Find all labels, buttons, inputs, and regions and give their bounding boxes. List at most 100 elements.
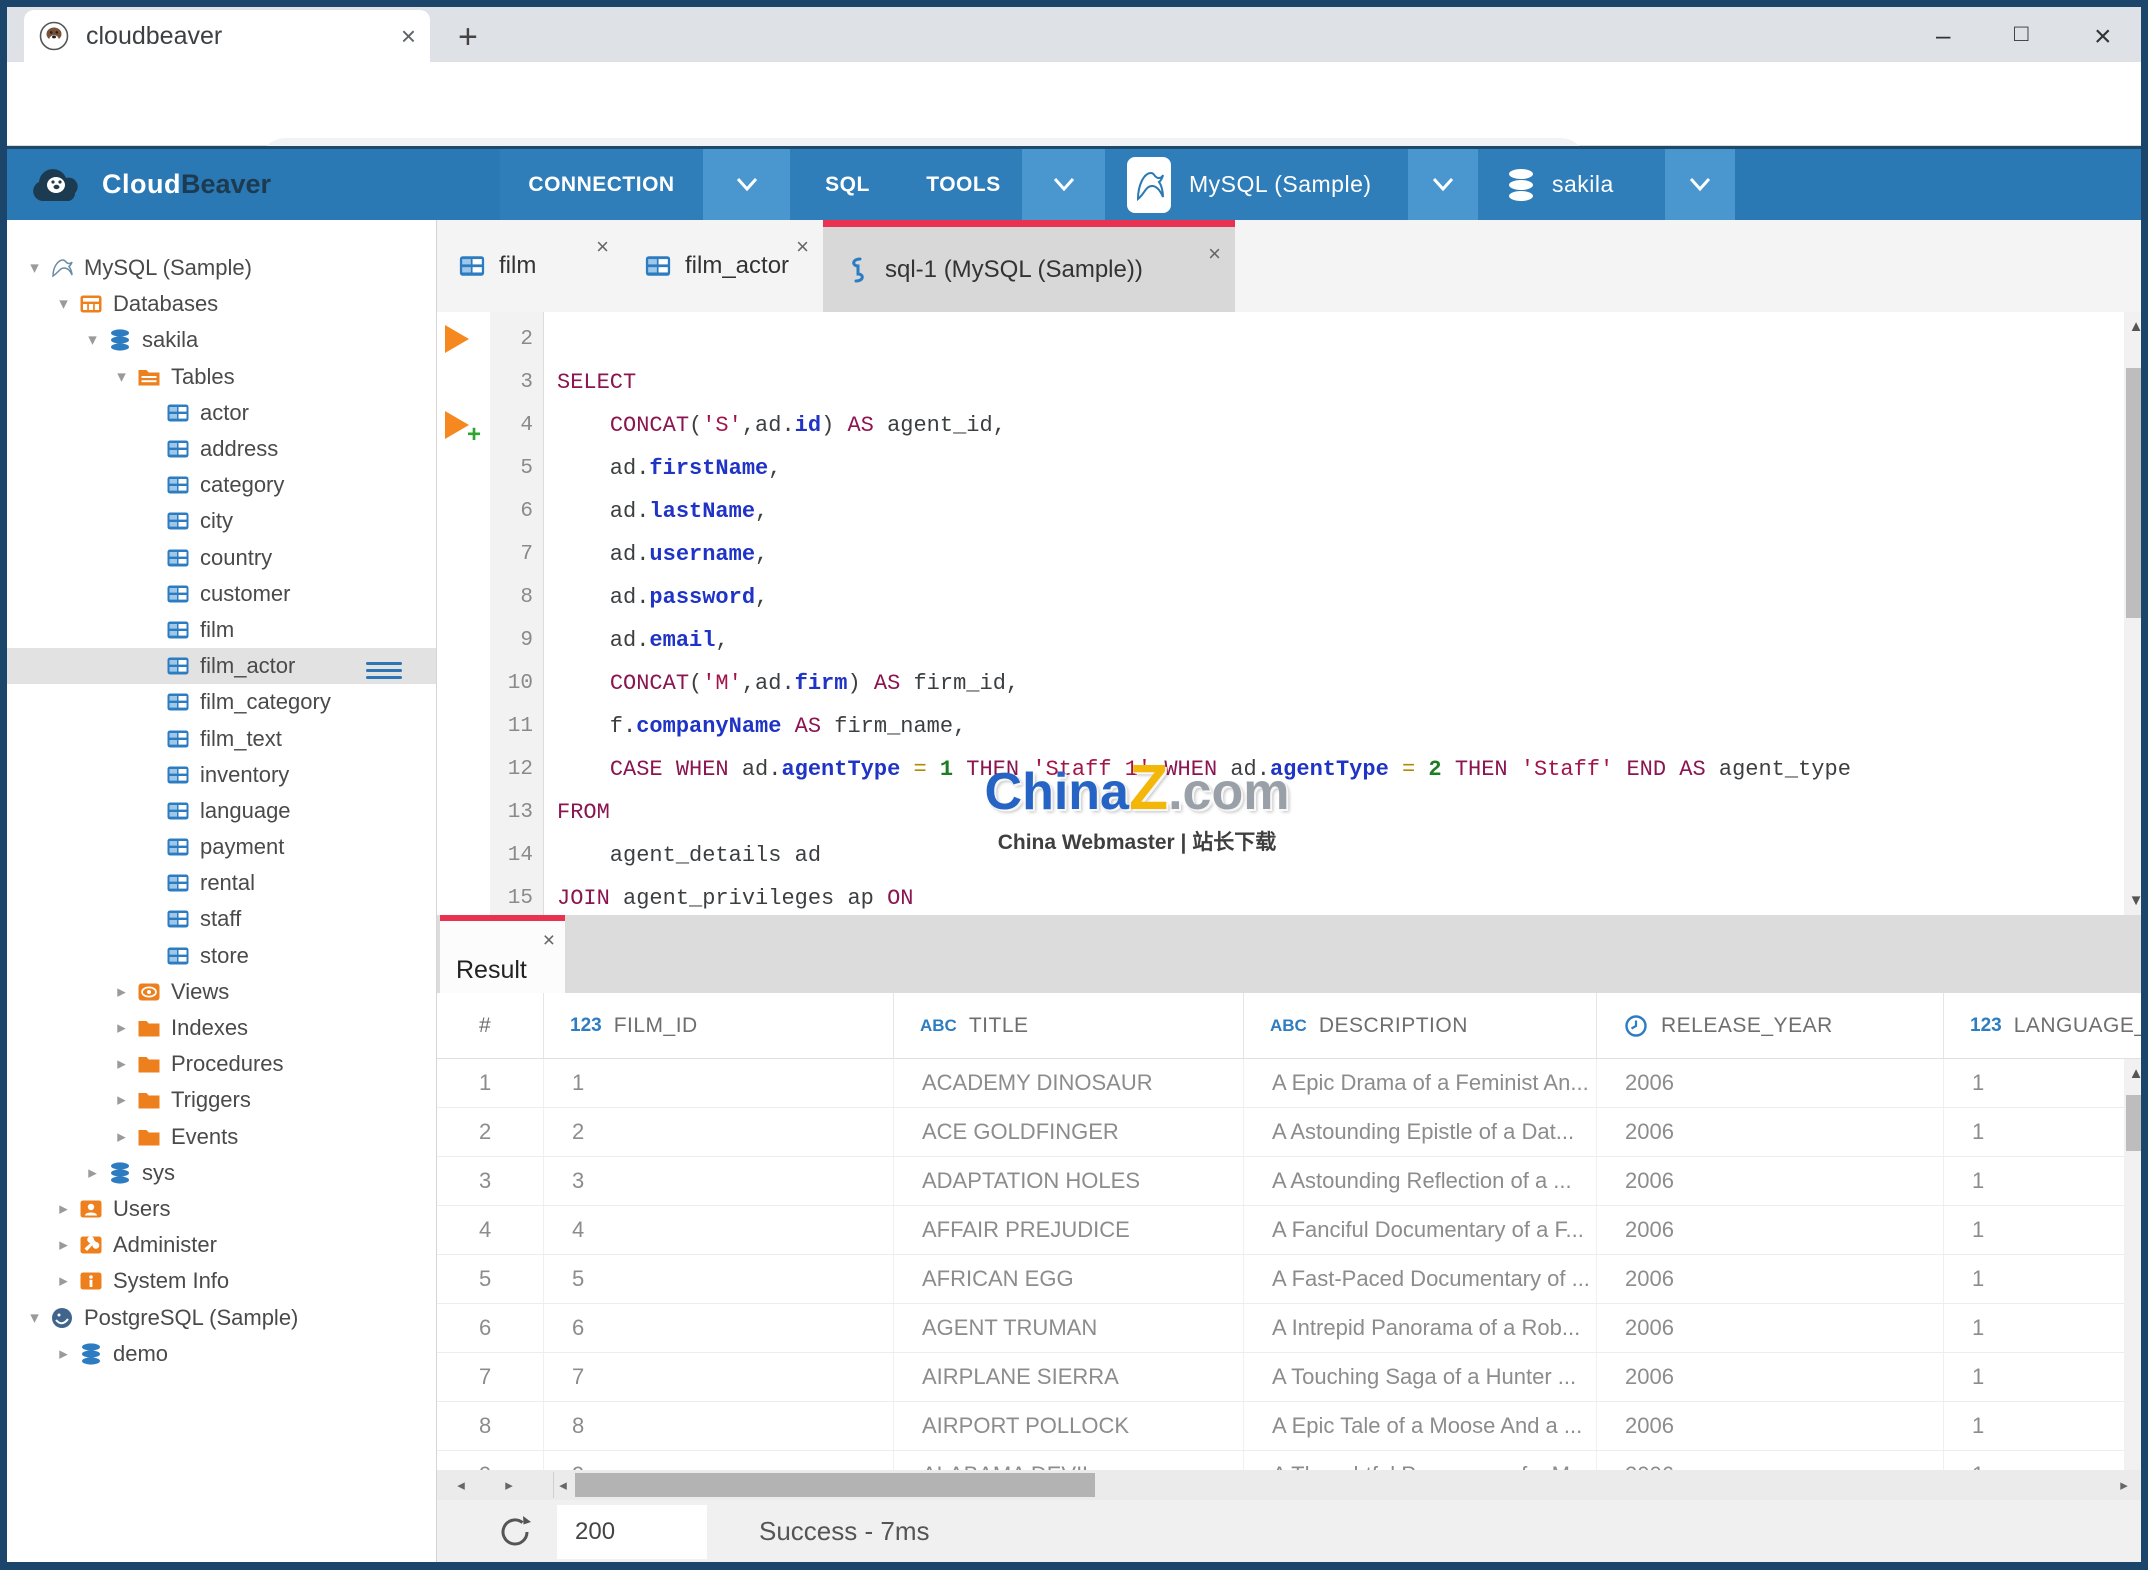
tree-item-system-info[interactable]: ▸ System Info — [0, 1263, 436, 1299]
data-cell[interactable]: 1 — [544, 1059, 894, 1107]
caret-down-icon[interactable]: ▾ — [78, 330, 107, 350]
tree-item-sakila[interactable]: ▾ sakila — [0, 322, 436, 358]
data-cell[interactable]: 2006 — [1597, 1059, 1944, 1107]
data-cell[interactable]: A Fast-Paced Documentary of ... — [1244, 1255, 1597, 1303]
result-row[interactable]: 6 6 AGENT TRUMAN A Intrepid Panorama of a R… — [437, 1304, 2148, 1353]
data-cell[interactable]: A Astounding Reflection of a ... — [1244, 1157, 1597, 1205]
data-cell[interactable]: 1 — [1944, 1304, 2148, 1352]
caret-right-icon[interactable]: ▸ — [49, 1344, 78, 1364]
data-cell[interactable]: 1 — [1944, 1206, 2148, 1254]
data-cell[interactable]: 1 — [1944, 1402, 2148, 1450]
row-number-cell[interactable]: 4 — [437, 1206, 544, 1254]
result-row[interactable]: 3 3 ADAPTATION HOLES A Astounding Reflectio… — [437, 1157, 2148, 1206]
result-row[interactable]: 7 7 AIRPLANE SIERRA A Touching Saga of a Hu… — [437, 1353, 2148, 1402]
tab-close-icon[interactable]: × — [401, 21, 416, 52]
data-cell[interactable]: A Fanciful Documentary of a F... — [1244, 1206, 1597, 1254]
editor-tab-sql-1-mysql-sample-[interactable]: sql-1 (MySQL (Sample)) × — [823, 220, 1235, 312]
tree-item-events[interactable]: ▸ Events — [0, 1119, 436, 1155]
data-cell[interactable]: 1 — [1944, 1353, 2148, 1401]
tools-menu-button[interactable]: TOOLS — [905, 149, 1022, 220]
data-cell[interactable]: A Thoughtful Panorama of a M... — [1244, 1451, 1597, 1470]
code-line[interactable]: ad.firstName, — [557, 447, 2120, 490]
tab-close-icon[interactable]: × — [1208, 241, 1221, 267]
column-header-language_id[interactable]: 123 LANGUAGE_ID — [1944, 993, 2148, 1058]
data-cell[interactable]: 2006 — [1597, 1108, 1944, 1156]
data-cell[interactable]: A Touching Saga of a Hunter ... — [1244, 1353, 1597, 1401]
tree-item-demo[interactable]: ▸ demo — [0, 1336, 436, 1372]
data-cell[interactable]: AIRPLANE SIERRA — [894, 1353, 1244, 1401]
result-row[interactable]: 8 8 AIRPORT POLLOCK A Epic Tale of a Moose … — [437, 1402, 2148, 1451]
run-query-button[interactable] — [445, 411, 469, 439]
caret-right-icon[interactable]: ▸ — [107, 1090, 136, 1110]
data-cell[interactable]: 2006 — [1597, 1304, 1944, 1352]
data-cell[interactable]: ALABAMA DEVIL — [894, 1451, 1244, 1470]
data-cell[interactable]: ACE GOLDFINGER — [894, 1108, 1244, 1156]
caret-down-icon[interactable]: ▾ — [20, 1308, 49, 1328]
data-cell[interactable]: 9 — [544, 1451, 894, 1470]
code-line[interactable]: f.companyName AS firm_name, — [557, 705, 2120, 748]
data-cell[interactable]: 7 — [544, 1353, 894, 1401]
row-number-cell[interactable]: 9 — [437, 1451, 544, 1470]
caret-right-icon[interactable]: ▸ — [107, 982, 136, 1002]
tools-dropdown-button[interactable] — [1022, 149, 1105, 220]
caret-right-icon[interactable]: ▸ — [107, 1054, 136, 1074]
tree-item-staff[interactable]: staff — [0, 901, 436, 937]
data-cell[interactable]: A Astounding Epistle of a Dat... — [1244, 1108, 1597, 1156]
data-cell[interactable]: AFRICAN EGG — [894, 1255, 1244, 1303]
tree-item-procedures[interactable]: ▸ Procedures — [0, 1046, 436, 1082]
tree-item-film[interactable]: film — [0, 612, 436, 648]
caret-right-icon[interactable]: ▸ — [49, 1235, 78, 1255]
row-number-cell[interactable]: 6 — [437, 1304, 544, 1352]
data-cell[interactable]: 2006 — [1597, 1157, 1944, 1205]
code-line[interactable]: ad.lastName, — [557, 490, 2120, 533]
tab-close-icon[interactable]: × — [796, 234, 809, 260]
item-menu-icon[interactable] — [366, 658, 402, 683]
result-row[interactable]: 1 1 ACADEMY DINOSAUR A Epic Drama of a Femi… — [437, 1059, 2148, 1108]
window-minimize-button[interactable]: – — [1936, 20, 1950, 51]
sql-menu-button[interactable]: SQL — [790, 149, 905, 220]
database-selector[interactable]: sakila — [1478, 149, 1665, 220]
refresh-icon[interactable] — [495, 1512, 535, 1557]
editor-tab-film-actor[interactable]: film_actor × — [623, 220, 823, 312]
row-number-cell[interactable]: 2 — [437, 1108, 544, 1156]
tree-item-users[interactable]: ▸ Users — [0, 1191, 436, 1227]
editor-tab-film[interactable]: film × — [437, 220, 623, 312]
connection-dropdown-button[interactable] — [703, 149, 790, 220]
code-line[interactable] — [557, 318, 2120, 361]
tree-item-store[interactable]: store — [0, 938, 436, 974]
connection-selector[interactable]: MySQL (Sample) — [1105, 149, 1408, 220]
caret-down-icon[interactable]: ▾ — [49, 294, 78, 314]
result-row[interactable]: 4 4 AFFAIR PREJUDICE A Fanciful Documentary… — [437, 1206, 2148, 1255]
code-line[interactable]: SELECT — [557, 361, 2120, 404]
tree-item-country[interactable]: country — [0, 540, 436, 576]
result-row[interactable]: 2 2 ACE GOLDFINGER A Astounding Epistle of … — [437, 1108, 2148, 1157]
fetch-size-input[interactable] — [557, 1505, 707, 1559]
result-grid[interactable]: 1 1 ACADEMY DINOSAUR A Epic Drama of a Femi… — [437, 1059, 2148, 1470]
tree-item-views[interactable]: ▸ Views — [0, 974, 436, 1010]
result-tab[interactable]: Result × — [440, 915, 565, 993]
tree-item-postgresql-sample-[interactable]: ▾ PostgreSQL (Sample) — [0, 1299, 436, 1335]
data-cell[interactable]: 1 — [1944, 1451, 2148, 1470]
data-cell[interactable]: 1 — [1944, 1255, 2148, 1303]
code-area[interactable]: SELECT CONCAT('S',ad.id) AS agent_id, ad… — [557, 312, 2120, 915]
data-cell[interactable]: 2006 — [1597, 1402, 1944, 1450]
sql-editor[interactable]: + 2 3 4 5 6 7 8 9 10 11 12 13 14 15 SELECT CONCAT('S'… — [437, 312, 2148, 915]
tree-item-indexes[interactable]: ▸ Indexes — [0, 1010, 436, 1046]
grid-horizontal-scrollbar[interactable]: ◂ ▸ ◂ ▸ — [437, 1470, 2148, 1500]
row-number-cell[interactable]: 5 — [437, 1255, 544, 1303]
code-line[interactable]: CONCAT('S',ad.id) AS agent_id, — [557, 404, 2120, 447]
code-line[interactable]: CONCAT('M',ad.firm) AS firm_id, — [557, 662, 2120, 705]
column-header-description[interactable]: ABC DESCRIPTION — [1244, 993, 1597, 1058]
tree-item-film-text[interactable]: film_text — [0, 720, 436, 756]
scroll-left-icon[interactable]: ◂ — [551, 1470, 575, 1500]
window-close-button[interactable]: × — [2094, 20, 2112, 54]
connection-switch-dropdown[interactable] — [1408, 149, 1478, 220]
data-cell[interactable]: 1 — [1944, 1157, 2148, 1205]
data-cell[interactable]: 1 — [1944, 1108, 2148, 1156]
code-line[interactable]: ad.password, — [557, 576, 2120, 619]
data-cell[interactable]: AGENT TRUMAN — [894, 1304, 1244, 1352]
tree-item-language[interactable]: language — [0, 793, 436, 829]
tree-item-inventory[interactable]: inventory — [0, 757, 436, 793]
tree-item-customer[interactable]: customer — [0, 576, 436, 612]
data-cell[interactable]: 2006 — [1597, 1206, 1944, 1254]
